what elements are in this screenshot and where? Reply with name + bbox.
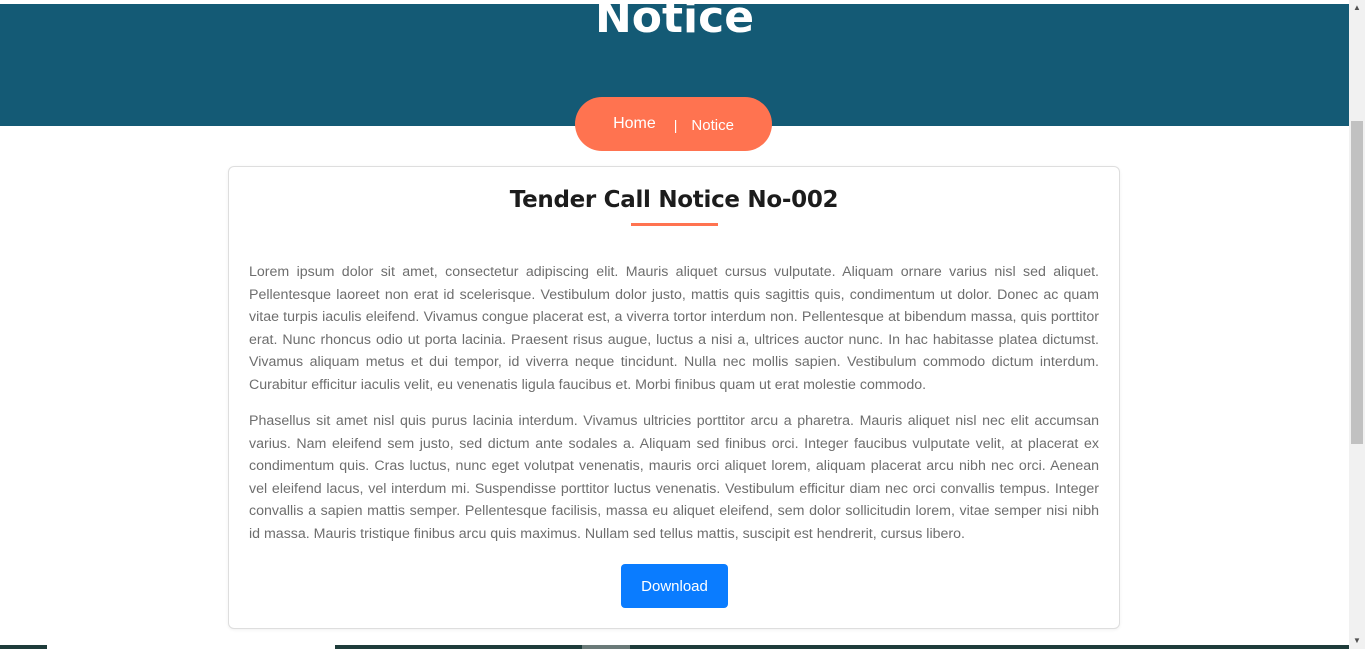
page-viewport: Notice Home | Notice Tender Call Notice … bbox=[0, 0, 1365, 649]
triangle-down-icon[interactable]: ▼ bbox=[1349, 633, 1365, 649]
footer-segment bbox=[582, 645, 630, 649]
footer-strip bbox=[0, 645, 1349, 649]
footer-segment bbox=[47, 645, 335, 649]
scrollbar-thumb[interactable] bbox=[1351, 121, 1363, 444]
notice-paragraph-1: Lorem ipsum dolor sit amet, consectetur … bbox=[249, 264, 1099, 393]
notice-body: Lorem ipsum dolor sit amet, consectetur … bbox=[249, 261, 1099, 559]
notice-title: Tender Call Notice No-002 bbox=[509, 187, 839, 213]
breadcrumb-separator: | bbox=[673, 117, 678, 133]
breadcrumb: Home | Notice bbox=[575, 97, 772, 151]
title-underline bbox=[631, 223, 718, 226]
vertical-scrollbar[interactable]: ▲ ▼ bbox=[1349, 0, 1365, 649]
notice-paragraph-2: Phasellus sit amet nisl quis purus lacin… bbox=[249, 413, 1099, 542]
breadcrumb-current: Notice bbox=[691, 116, 734, 134]
breadcrumb-home-link[interactable]: Home bbox=[613, 115, 656, 133]
triangle-up-icon[interactable]: ▲ bbox=[1349, 0, 1365, 16]
page-title: Notice bbox=[594, 4, 755, 43]
notice-card: Tender Call Notice No-002 Lorem ipsum do… bbox=[228, 166, 1120, 629]
download-button[interactable]: Download bbox=[621, 564, 728, 608]
